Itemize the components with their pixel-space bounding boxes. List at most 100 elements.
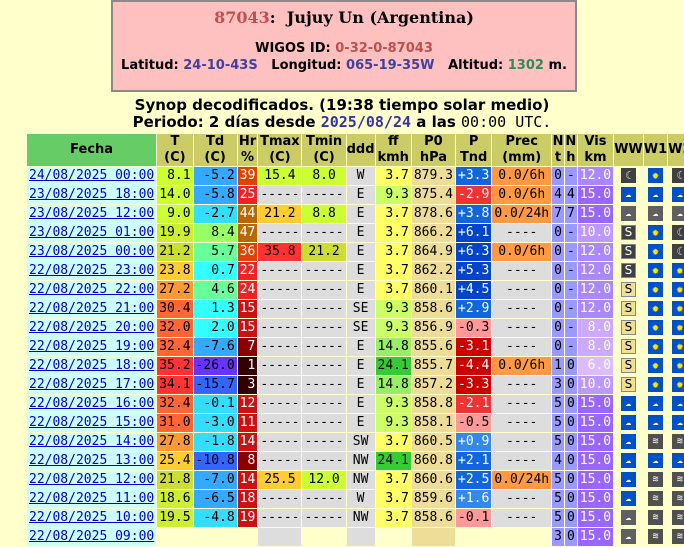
cell-fecha: 22/08/2025 12:00	[27, 471, 157, 489]
date-link[interactable]: 22/08/2025 21:00	[29, 301, 154, 316]
cell-ptnd: -0.5	[456, 414, 492, 432]
cell-tmax: 21.2	[258, 205, 302, 223]
cell-ddd	[346, 528, 375, 546]
date-link[interactable]: 22/08/2025 13:00	[29, 453, 154, 468]
cloudsun-icon: ☁	[620, 491, 636, 506]
cell-tmax: -----	[258, 186, 302, 204]
cell-nh: 0	[564, 509, 577, 527]
cell-ww: ☁	[614, 186, 643, 204]
cell-p0: 858.1	[411, 414, 455, 432]
cell-w2: ☾	[668, 243, 684, 261]
wind-icon: ≋	[672, 472, 684, 487]
cell-t: 35.2	[157, 357, 193, 375]
date-link[interactable]: 23/08/2025 12:00	[29, 206, 154, 221]
date-link[interactable]: 22/08/2025 23:00	[29, 263, 154, 278]
lon-label: Longitud:	[271, 58, 342, 73]
cell-t: 8.1	[157, 167, 193, 185]
date-link[interactable]: 23/08/2025 01:00	[29, 225, 154, 240]
cell-nt: 3	[552, 528, 564, 546]
date-link[interactable]: 22/08/2025 10:00	[29, 510, 154, 525]
cell-nh: 0	[564, 490, 577, 508]
cell-p0: 860.5	[411, 433, 455, 451]
cell-t: 19.5	[157, 509, 193, 527]
cell-ddd: E	[346, 224, 375, 242]
alt-label: Altitud:	[448, 58, 504, 73]
table-row: 22/08/2025 17:00 34.1 -15.7 3 ----- ----- E 14.…	[27, 376, 684, 394]
date-link[interactable]: 22/08/2025 18:00	[29, 358, 154, 373]
cell-w1: ☁	[643, 186, 668, 204]
cell-tmin: -----	[302, 433, 346, 451]
wigos-line: WIGOS ID: 0-32-0-87043	[113, 41, 575, 56]
date-link[interactable]: 22/08/2025 15:00	[29, 415, 154, 430]
cell-tmax: -----	[258, 224, 302, 242]
table-row: 22/08/2025 09:00 3 0 15.0 ☁ ≋ ≋	[27, 528, 684, 546]
col-header-nt: Nt	[552, 134, 564, 166]
cell-t	[157, 528, 193, 546]
cell-ww: ☁	[614, 528, 643, 546]
table-row: 22/08/2025 13:00 25.4 -10.8 8 ----- ----- NW 24…	[27, 452, 684, 470]
cell-ddd: E	[346, 414, 375, 432]
cell-nh: -	[564, 262, 577, 280]
cell-vis: 12.0	[577, 167, 614, 185]
cell-t: 32.0	[157, 319, 193, 337]
cloudsun-icon: ☁	[672, 453, 684, 468]
date-link[interactable]: 22/08/2025 19:00	[29, 339, 154, 354]
col-header-td: Td (C)	[193, 134, 237, 166]
wind-icon: ≋	[672, 434, 684, 449]
cell-fecha: 22/08/2025 14:00	[27, 433, 157, 451]
cell-td: -10.8	[193, 452, 237, 470]
cell-ff: 3.7	[375, 167, 411, 185]
cell-ddd: SE	[346, 300, 375, 318]
date-link[interactable]: 22/08/2025 16:00	[29, 396, 154, 411]
cell-hr: 22	[237, 262, 258, 280]
col-header-nh: Nh	[564, 134, 577, 166]
cell-ww: S	[614, 376, 643, 394]
wind-icon: ≋	[647, 434, 663, 449]
cell-ddd: E	[346, 186, 375, 204]
cell-prec: ----	[492, 319, 552, 337]
cell-tmin: -----	[302, 490, 346, 508]
date-link[interactable]: 22/08/2025 11:00	[29, 491, 154, 506]
cell-ptnd: -3.3	[456, 376, 492, 394]
station-name: Jujuy Un (Argentina)	[286, 8, 474, 27]
col-header-prec: Prec (mm)	[492, 134, 552, 166]
table-row: 22/08/2025 20:00 32.0 2.0 15 ----- ----- SE 9.3…	[27, 319, 684, 337]
date-link[interactable]: 23/08/2025 18:00	[29, 187, 154, 202]
cell-td	[193, 528, 237, 546]
cell-w2: ☁	[668, 452, 684, 470]
date-link[interactable]: 23/08/2025 00:00	[29, 244, 154, 259]
cell-ptnd: -2.1	[456, 395, 492, 413]
date-link[interactable]: 22/08/2025 09:00	[29, 529, 154, 544]
date-link[interactable]: 22/08/2025 12:00	[29, 472, 154, 487]
cell-td: -2.7	[193, 205, 237, 223]
cell-t: 21.8	[157, 471, 193, 489]
date-link[interactable]: 22/08/2025 14:00	[29, 434, 154, 449]
sun-icon: ✹	[647, 225, 663, 240]
cell-ptnd	[456, 528, 492, 546]
cell-fecha: 23/08/2025 18:00	[27, 186, 157, 204]
date-link[interactable]: 22/08/2025 17:00	[29, 377, 154, 392]
cell-vis: 15.0	[577, 509, 614, 527]
synop-table: Fecha T (C) Td (C) Hr% Tmax (C) Tmin (C) ddd ff kmh P…	[26, 133, 684, 547]
cell-prec: 0.0/6h	[492, 243, 552, 261]
cell-ww: ☁	[614, 433, 643, 451]
station-header: 87043: Jujuy Un (Argentina) WIGOS ID: 0-…	[111, 0, 577, 92]
cell-hr: 44	[237, 205, 258, 223]
table-row: 22/08/2025 21:00 30.4 1.3 15 ----- ----- SE 9.3…	[27, 300, 684, 318]
cell-nt: 0	[552, 319, 564, 337]
cell-vis: 15.0	[577, 471, 614, 489]
cell-nh: 4	[564, 186, 577, 204]
cell-nh: 0	[564, 395, 577, 413]
cell-nt: 0	[552, 224, 564, 242]
lat-value: 24-10-43S	[183, 58, 258, 73]
table-row: 22/08/2025 14:00 27.8 -1.8 14 ----- ----- SW 3.…	[27, 433, 684, 451]
cell-ptnd: +1.6	[456, 490, 492, 508]
cell-vis: 15.0	[577, 395, 614, 413]
date-link[interactable]: 22/08/2025 22:00	[29, 282, 154, 297]
cell-ff: 3.7	[375, 205, 411, 223]
date-link[interactable]: 24/08/2025 00:00	[29, 168, 154, 183]
cell-prec: 0.0/24h	[492, 205, 552, 223]
date-link[interactable]: 22/08/2025 20:00	[29, 320, 154, 335]
wind-icon: ≋	[647, 510, 663, 525]
cell-prec: ----	[492, 376, 552, 394]
